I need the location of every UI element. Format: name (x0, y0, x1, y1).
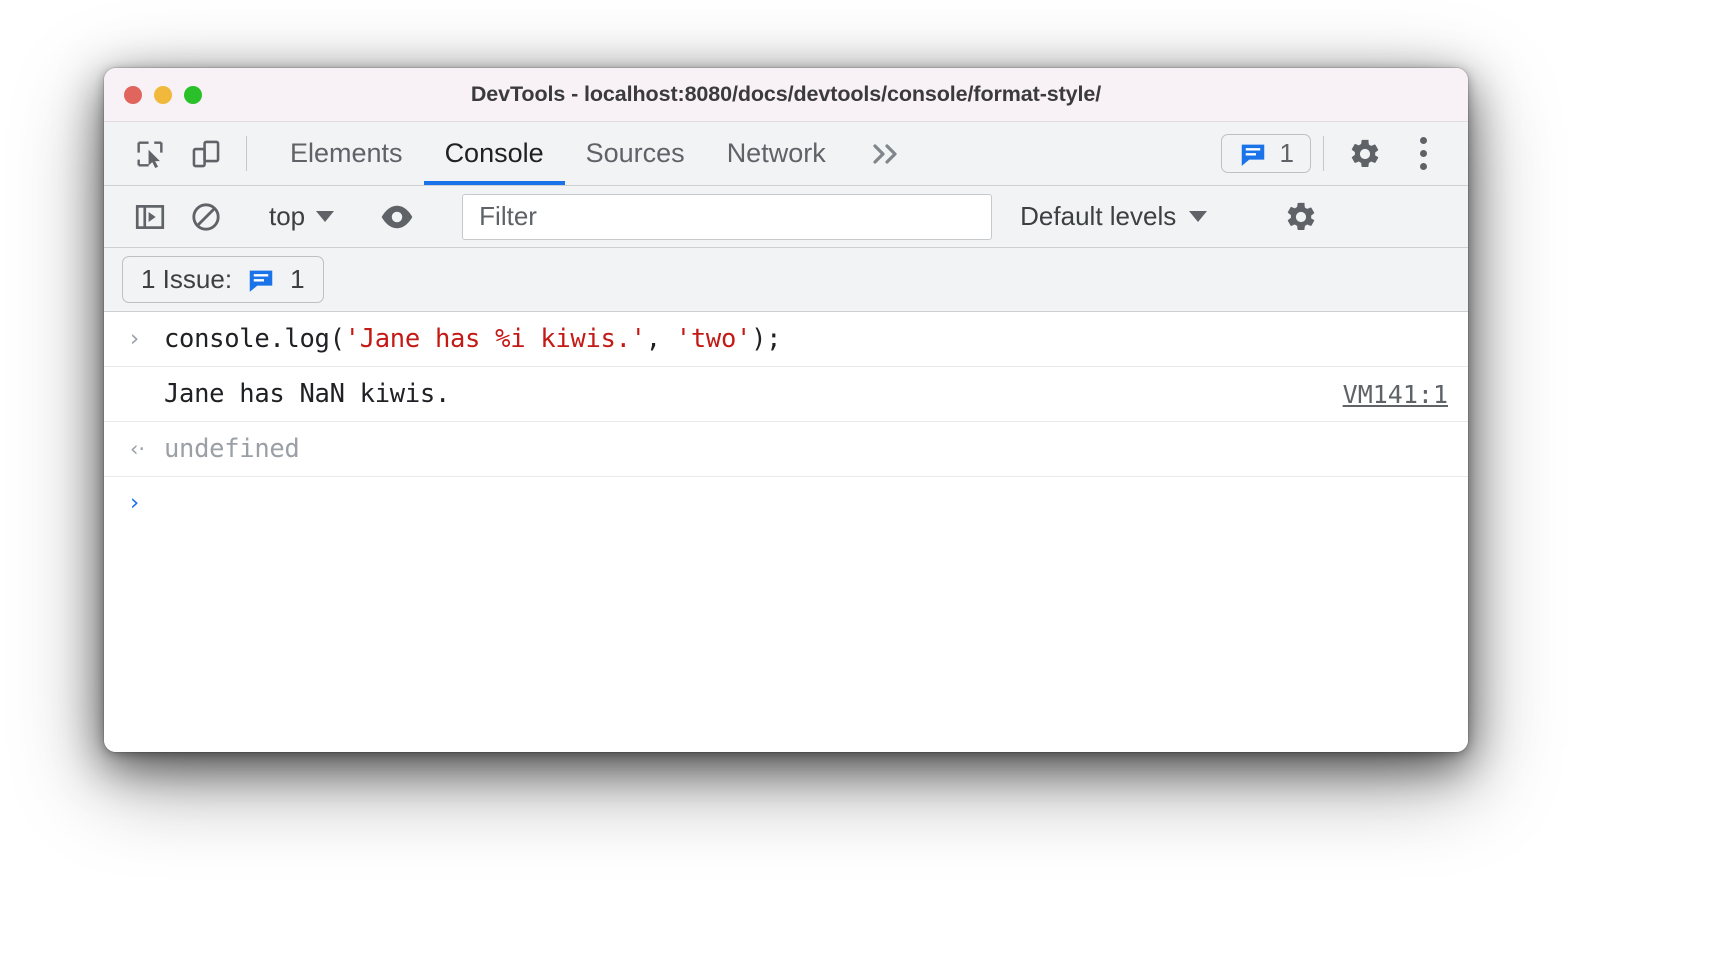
filter-placeholder: Filter (479, 201, 537, 231)
console-result-text: undefined (164, 434, 300, 464)
code-fragment-string-2: 'two' (675, 324, 752, 354)
prompt-chevron-icon: › (130, 325, 140, 352)
code-fragment-tail: ); (751, 324, 782, 354)
chevron-down-icon (1189, 211, 1208, 222)
console-sidebar-icon[interactable] (122, 200, 178, 234)
maximize-window-button[interactable] (184, 85, 202, 104)
tab-elements[interactable]: Elements (269, 122, 424, 185)
return-arrow-icon: ‹· (130, 436, 146, 461)
devtools-tabbar: Elements Console Sources Network 1 (104, 122, 1468, 186)
tabbar-divider-1 (246, 136, 247, 171)
tab-sources[interactable]: Sources (565, 122, 706, 185)
tabbar-spacer (923, 122, 1221, 185)
tab-console[interactable]: Console (423, 122, 565, 185)
traffic-lights (124, 68, 202, 121)
issues-speech-bubble-icon (249, 270, 273, 292)
console-prompt-gutter: › (130, 489, 164, 516)
close-window-button[interactable] (124, 85, 142, 104)
device-toolbar-icon[interactable] (178, 122, 234, 185)
code-fragment-call: console.log( (164, 324, 345, 354)
console-source-link[interactable]: VM141:1 (1343, 380, 1448, 409)
window-title: DevTools - localhost:8080/docs/devtools/… (470, 82, 1102, 106)
issues-bar-label: 1 Issue: (141, 264, 233, 294)
issues-bar-button[interactable]: 1 Issue: 1 (122, 256, 324, 303)
issues-count: 1 (1279, 138, 1294, 168)
filter-input[interactable]: Filter (462, 193, 993, 240)
issues-bar: 1 Issue: 1 (104, 248, 1468, 312)
issues-speech-bubble-icon (1241, 144, 1264, 166)
console-output-text: Jane has NaN kiwis. (164, 379, 450, 409)
devtools-window: DevTools - localhost:8080/docs/devtools/… (104, 68, 1468, 752)
console-output-message: Jane has NaN kiwis. VM141:1 (104, 367, 1468, 422)
more-vertical-icon[interactable] (1394, 137, 1452, 170)
minimize-window-button[interactable] (154, 85, 172, 104)
console-input-arrow-icon: › (130, 325, 164, 352)
inspect-element-icon[interactable] (122, 122, 178, 185)
log-levels-label: Default levels (1020, 201, 1177, 231)
gear-icon[interactable] (1336, 137, 1394, 171)
tabbar-divider-2 (1323, 136, 1324, 171)
console-settings-gear-icon[interactable] (1273, 200, 1329, 234)
screenshot-root: DevTools - localhost:8080/docs/devtools/… (0, 0, 1722, 974)
tabbar-right-icons (1336, 122, 1468, 185)
console-result-arrow-icon: ‹· (130, 436, 164, 461)
issues-counter-button[interactable]: 1 (1220, 134, 1311, 173)
execution-context-label: top (269, 201, 306, 231)
more-vertical-dots (1419, 137, 1427, 170)
log-levels-dropdown[interactable]: Default levels (1004, 201, 1223, 232)
code-fragment-string-1: 'Jane has %i kiwis.' (344, 324, 646, 354)
prompt-chevron-icon: › (130, 489, 140, 516)
console-input-text: console.log('Jane has %i kiwis.', 'two')… (164, 324, 1448, 354)
code-fragment-comma: , (645, 324, 676, 354)
console-input-message[interactable]: › console.log('Jane has %i kiwis.', 'two… (104, 312, 1468, 367)
panel-tabs: Elements Console Sources Network (269, 122, 923, 185)
console-result-message: ‹· undefined (104, 422, 1468, 477)
chevron-down-icon (316, 211, 335, 222)
live-expression-eye-icon[interactable] (369, 202, 425, 232)
console-message-list: › console.log('Jane has %i kiwis.', 'two… (104, 312, 1468, 752)
tab-network[interactable]: Network (706, 122, 847, 185)
clear-console-icon[interactable] (178, 200, 234, 234)
window-titlebar: DevTools - localhost:8080/docs/devtools/… (104, 68, 1468, 122)
console-prompt-row[interactable]: › (104, 477, 1468, 529)
more-tabs-chevron-icon[interactable] (847, 122, 923, 185)
console-toolbar: top Filter Default levels (104, 186, 1468, 248)
issues-bar-count: 1 (290, 264, 305, 294)
execution-context-dropdown[interactable]: top (259, 201, 344, 232)
